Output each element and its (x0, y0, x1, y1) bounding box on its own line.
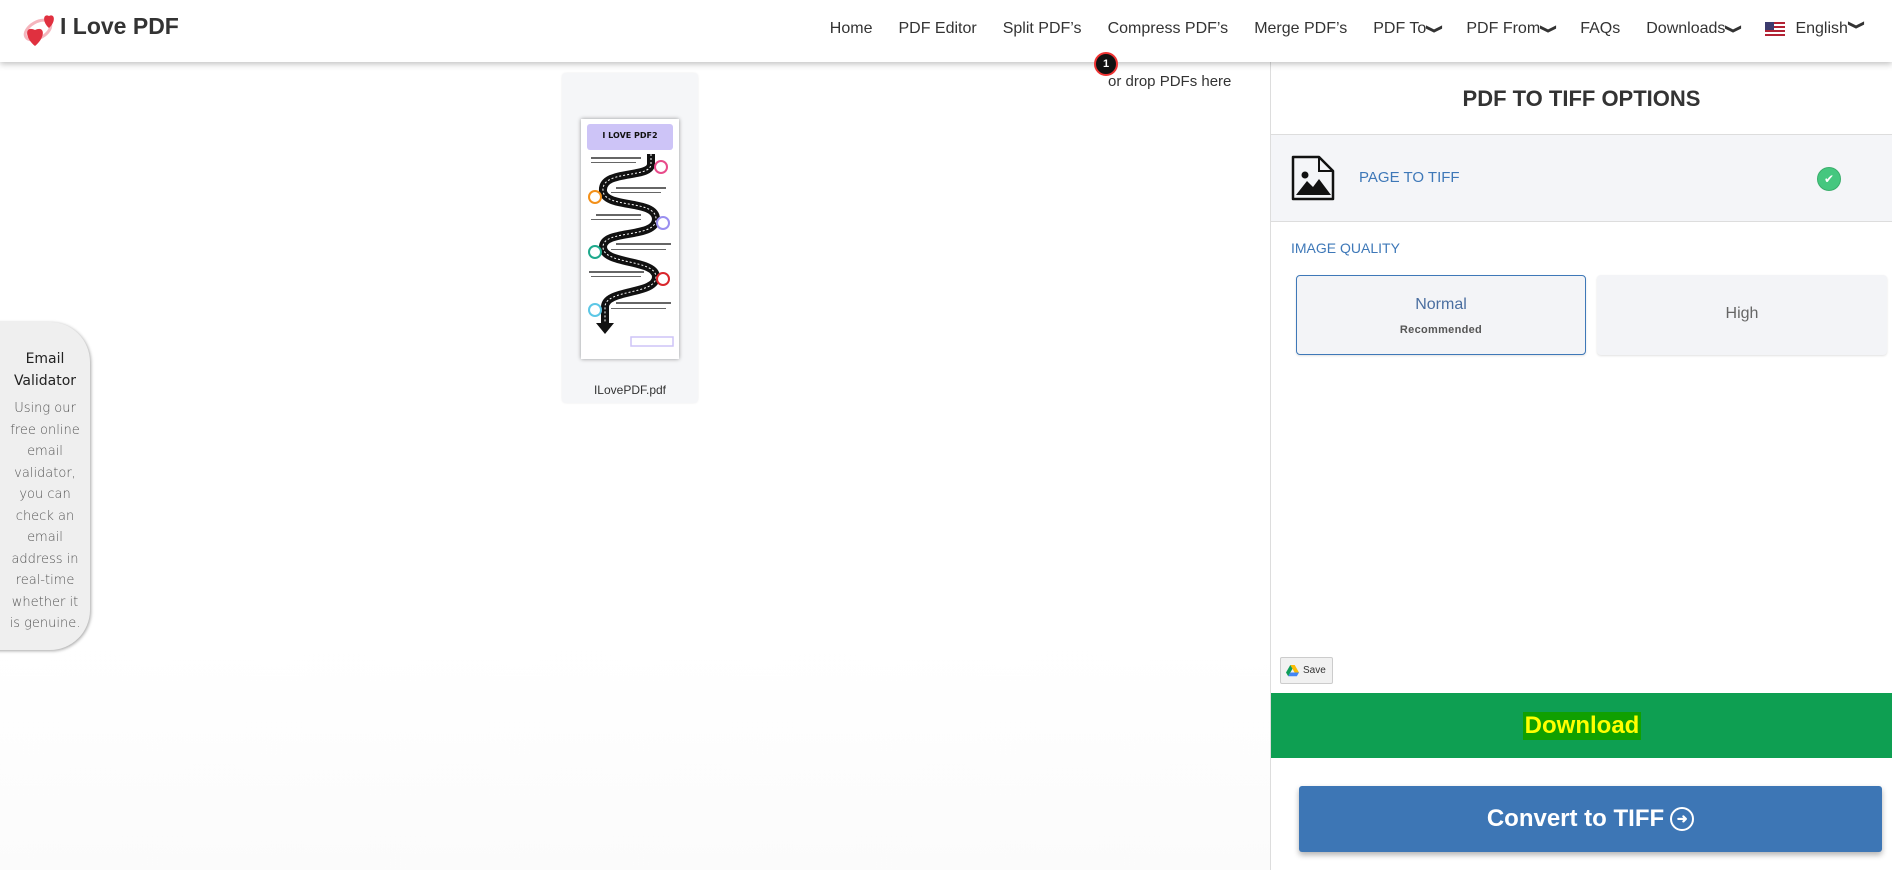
pdf-thumbnail: I LOVE PDF2 (581, 119, 679, 359)
mode-label: PAGE TO TIFF (1359, 169, 1460, 186)
nav-label: Home (829, 20, 873, 37)
image-quality-label: IMAGE QUALITY (1291, 240, 1400, 256)
file-name: ILovePDF.pdf (593, 383, 667, 397)
panel-title: PDF TO TIFF OPTIONS (1462, 86, 1701, 111)
header: I Love PDF Home PDF Editor Split PDF’s C… (0, 0, 1892, 62)
check-icon: ✔ (1817, 167, 1841, 191)
quality-normal-label: Normal (1415, 296, 1467, 313)
nav-label: Compress PDF’s (1107, 20, 1229, 37)
quality-high-button[interactable]: High (1597, 275, 1887, 355)
google-drive-icon (1286, 664, 1299, 676)
nav-label: FAQs (1580, 20, 1621, 37)
image-file-icon (1291, 155, 1335, 201)
nav-pdf-to[interactable]: PDF To ❯ (1373, 20, 1444, 38)
nav-pdf-from[interactable]: PDF From ❯ (1466, 20, 1558, 38)
mode-page-to-tiff[interactable]: PAGE TO TIFF ✔ (1271, 134, 1892, 222)
download-label: Download (1522, 711, 1642, 740)
nav-label: Downloads (1646, 20, 1726, 37)
nav-label: Merge PDF’s (1254, 20, 1348, 37)
convert-to-tiff-button[interactable]: Convert to TIFF ➜ (1299, 786, 1882, 852)
quality-normal-button[interactable]: Normal Recommended (1296, 275, 1586, 355)
chevron-down-icon: ❯ (1725, 23, 1744, 35)
options-panel: PDF TO TIFF OPTIONS PAGE TO TIFF ✔ IMAGE… (1270, 62, 1892, 870)
hearts-logo-icon (23, 15, 54, 46)
logo[interactable]: I Love PDF (22, 8, 179, 48)
nav-label: PDF From (1466, 20, 1541, 37)
preview-title: I LOVE PDF2 (602, 131, 657, 140)
nav-label: PDF Editor (898, 20, 977, 37)
recommended-label: Recommended (1399, 324, 1483, 336)
arrow-right-circle-icon: ➜ (1670, 807, 1695, 831)
infographic-preview: I LOVE PDF2 (587, 124, 674, 347)
main-nav: Home PDF Editor Split PDF’s Compress PDF… (804, 20, 1866, 38)
language-label: English (1795, 20, 1848, 37)
convert-label: Convert to TIFF (1486, 805, 1665, 832)
logo-text: I Love PDF (60, 12, 179, 39)
quality-high-label: High (1725, 305, 1759, 322)
drop-zone-text[interactable]: or drop PDFs here (1108, 73, 1231, 90)
nav-label: PDF To (1373, 20, 1427, 37)
chevron-down-icon: ❯ (1847, 19, 1867, 31)
file-count-badge: 1 (1094, 52, 1118, 76)
nav-home[interactable]: Home (830, 20, 873, 38)
nav-merge-pdfs[interactable]: Merge PDF’s (1254, 20, 1347, 38)
nav-downloads[interactable]: Downloads ❯ (1646, 20, 1743, 38)
ad-text: Using our free online email validator, y… (9, 401, 81, 631)
ad-title: Email Validator (13, 351, 77, 389)
chevron-down-icon: ❯ (1540, 23, 1559, 35)
file-card[interactable]: I LOVE PDF2 ILovePDF.pdf (562, 73, 698, 403)
save-label: Save (1303, 665, 1326, 676)
us-flag-icon (1765, 22, 1786, 36)
language-selector[interactable]: English ❯ (1765, 20, 1866, 38)
nav-label: Split PDF’s (1002, 20, 1082, 37)
nav-pdf-editor[interactable]: PDF Editor (898, 20, 976, 38)
nav-split-pdfs[interactable]: Split PDF’s (1003, 20, 1082, 38)
nav-faqs[interactable]: FAQs (1580, 20, 1620, 38)
nav-compress-pdfs[interactable]: Compress PDF’s (1108, 20, 1229, 38)
email-validator-ad[interactable]: Email Validator Using our free online em… (0, 322, 90, 650)
save-to-drive-button[interactable]: Save (1280, 657, 1333, 684)
download-button[interactable]: Download (1271, 693, 1892, 758)
chevron-down-icon: ❯ (1426, 23, 1445, 35)
